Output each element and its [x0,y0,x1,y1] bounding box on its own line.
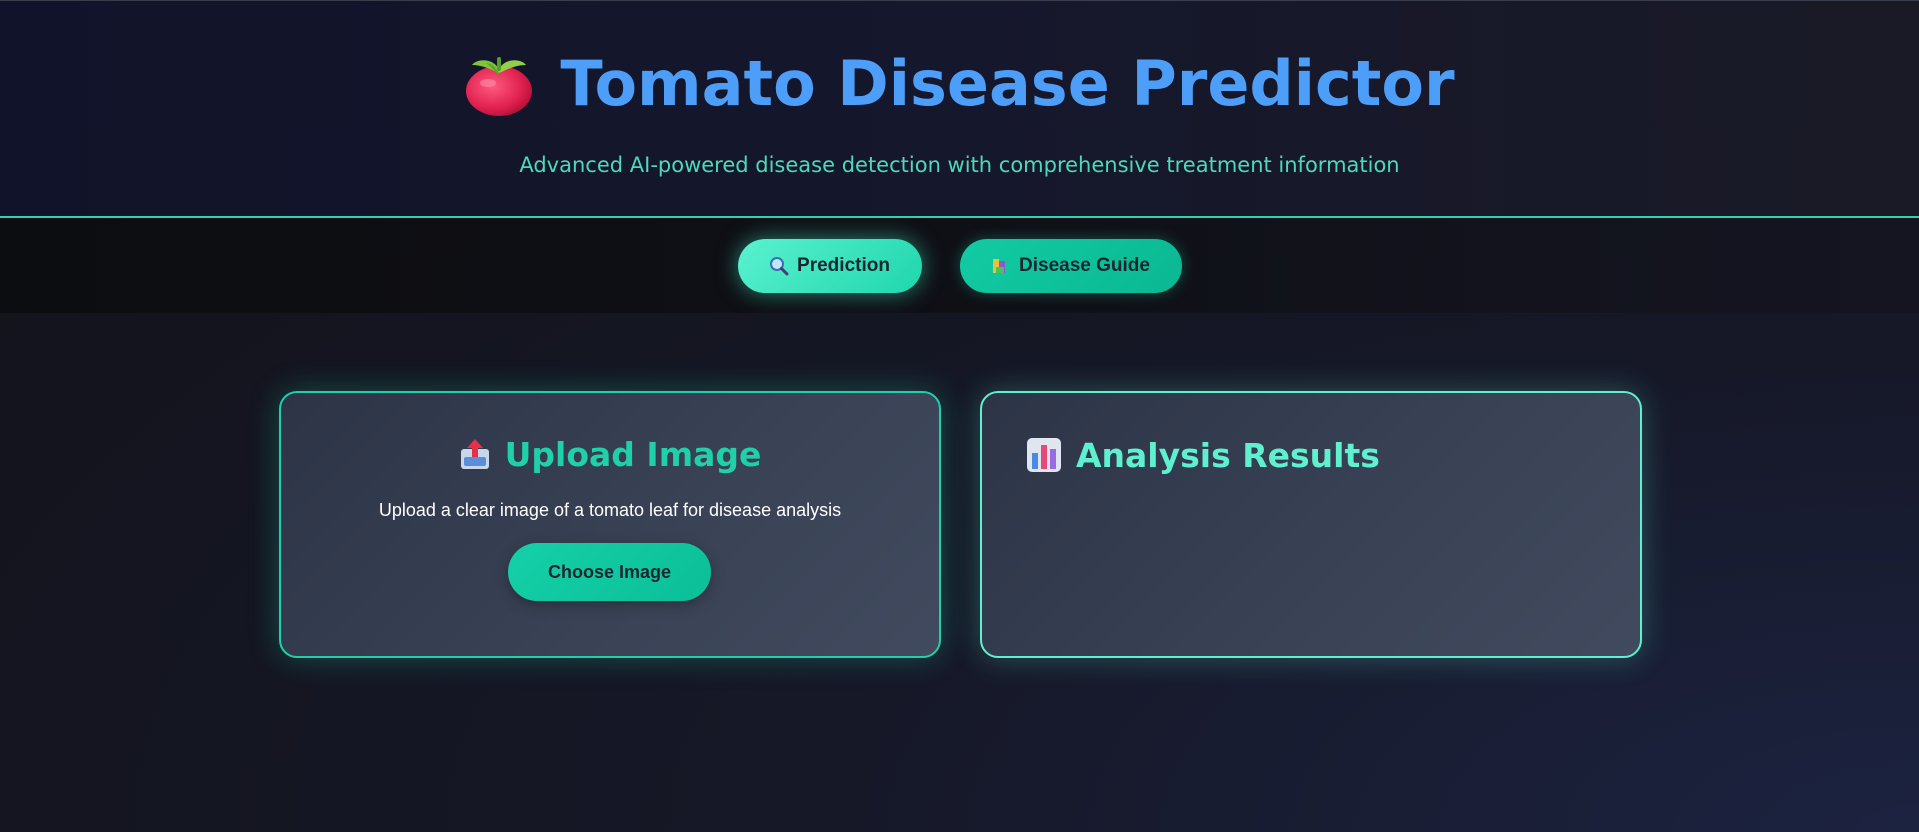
app-header: Tomato Disease Predictor Advanced AI-pow… [0,0,1919,218]
tab-disease-guide[interactable]: Disease Guide [959,238,1182,293]
tomato-icon [466,57,533,116]
page-subtitle: Advanced AI-powered disease detection wi… [519,153,1400,177]
title-row: Tomato Disease Predictor [0,51,1919,117]
nav-bar: Prediction Disease Guide [0,218,1919,313]
upload-card: Upload Image Upload a clear image of a t… [279,391,941,658]
magnifier-icon [770,256,789,275]
tab-prediction-label: Prediction [797,254,890,276]
books-icon [993,258,1006,273]
results-card-title: Analysis Results [1026,437,1380,473]
results-card: Analysis Results [980,391,1642,658]
page-title: Tomato Disease Predictor [560,47,1455,120]
choose-image-button[interactable]: Choose Image [508,543,711,601]
upload-card-title: Upload Image [281,437,939,471]
bar-chart-icon [1027,438,1061,472]
upload-card-title-text: Upload Image [504,434,762,474]
tab-prediction[interactable]: Prediction [737,238,922,293]
tab-disease-guide-label: Disease Guide [1019,254,1150,276]
outbox-tray-icon [460,439,489,469]
upload-description: Upload a clear image of a tomato leaf fo… [378,500,842,520]
results-card-title-text: Analysis Results [1076,435,1380,475]
